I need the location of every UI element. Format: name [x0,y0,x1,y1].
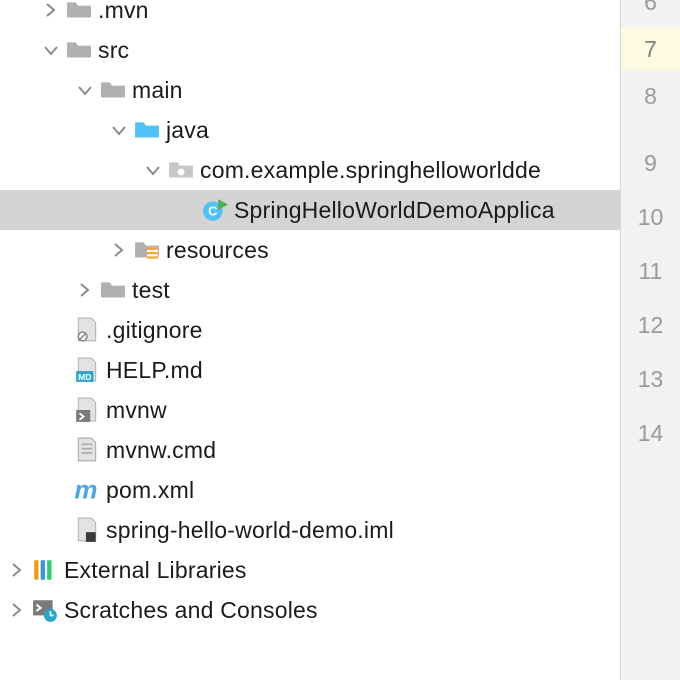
tree-item-label: src [98,37,129,64]
tree-item-mvnw[interactable]: mvnw [0,390,620,430]
tree-item-src[interactable]: src [0,30,620,70]
line-number: 11 [621,249,680,293]
tree-item-label: spring-hello-world-demo.iml [106,517,394,544]
tree-item-helpmd[interactable]: HELP.md [0,350,620,390]
editor-gutter: 6 7 8 9 10 11 12 13 14 [621,0,680,680]
tree-item-mvnwcmd[interactable]: mvnw.cmd [0,430,620,470]
tree-item-application-class[interactable]: SpringHelloWorldDemoApplica [0,190,620,230]
line-number: 14 [621,411,680,455]
library-icon [32,557,58,583]
resources-folder-icon [134,237,160,263]
shell-file-icon [74,397,100,423]
chevron-right-icon[interactable] [6,599,28,621]
tree-item-label: test [132,277,170,304]
tree-item-label: SpringHelloWorldDemoApplica [234,197,555,224]
tree-item-main[interactable]: main [0,70,620,110]
tree-item-iml[interactable]: spring-hello-world-demo.iml [0,510,620,550]
tree-item-label: HELP.md [106,357,203,384]
line-number: 13 [621,357,680,401]
tree-item-label: pom.xml [106,477,194,504]
tree-item-test[interactable]: test [0,270,620,310]
folder-icon [66,37,92,63]
chevron-right-icon[interactable] [40,0,62,21]
tree-item-label: External Libraries [64,557,247,584]
folder-icon [100,77,126,103]
text-file-icon [74,437,100,463]
tree-item-package[interactable]: com.example.springhelloworldde [0,150,620,190]
scratches-icon [32,597,58,623]
markdown-file-icon [74,357,100,383]
tree-item-label: com.example.springhelloworldde [200,157,541,184]
chevron-down-icon[interactable] [74,79,96,101]
line-number: 6 [621,0,680,24]
chevron-down-icon[interactable] [40,39,62,61]
tree-item-resources[interactable]: resources [0,230,620,270]
tree-item-external-libraries[interactable]: External Libraries [0,550,620,590]
folder-icon [100,277,126,303]
java-class-runnable-icon [202,197,228,223]
project-tree[interactable]: .mvn src main java com.example.springhel… [0,0,620,630]
tree-item-label: java [166,117,209,144]
tree-item-label: resources [166,237,269,264]
tree-item-pom[interactable]: pom.xml [0,470,620,510]
source-folder-icon [134,117,160,143]
chevron-right-icon[interactable] [74,279,96,301]
tree-item-label: mvnw.cmd [106,437,216,464]
tree-item-label: .mvn [98,0,149,24]
line-number: 9 [621,141,680,185]
maven-file-icon [74,477,100,503]
line-number: 8 [621,74,680,118]
gitignore-file-icon [74,317,100,343]
tree-item-label: main [132,77,183,104]
chevron-down-icon[interactable] [142,159,164,181]
tree-item-mvn[interactable]: .mvn [0,0,620,30]
folder-icon [66,0,92,23]
chevron-right-icon[interactable] [6,559,28,581]
tree-item-gitignore[interactable]: .gitignore [0,310,620,350]
tree-item-label: mvnw [106,397,167,424]
chevron-down-icon[interactable] [108,119,130,141]
module-file-icon [74,517,100,543]
tree-item-label: .gitignore [106,317,203,344]
tree-item-java[interactable]: java [0,110,620,150]
line-number: 10 [621,195,680,239]
chevron-right-icon[interactable] [108,239,130,261]
line-number: 12 [621,303,680,347]
tree-item-label: Scratches and Consoles [64,597,318,624]
package-icon [168,157,194,183]
tree-item-scratches[interactable]: Scratches and Consoles [0,590,620,630]
line-number-current: 7 [621,27,680,71]
